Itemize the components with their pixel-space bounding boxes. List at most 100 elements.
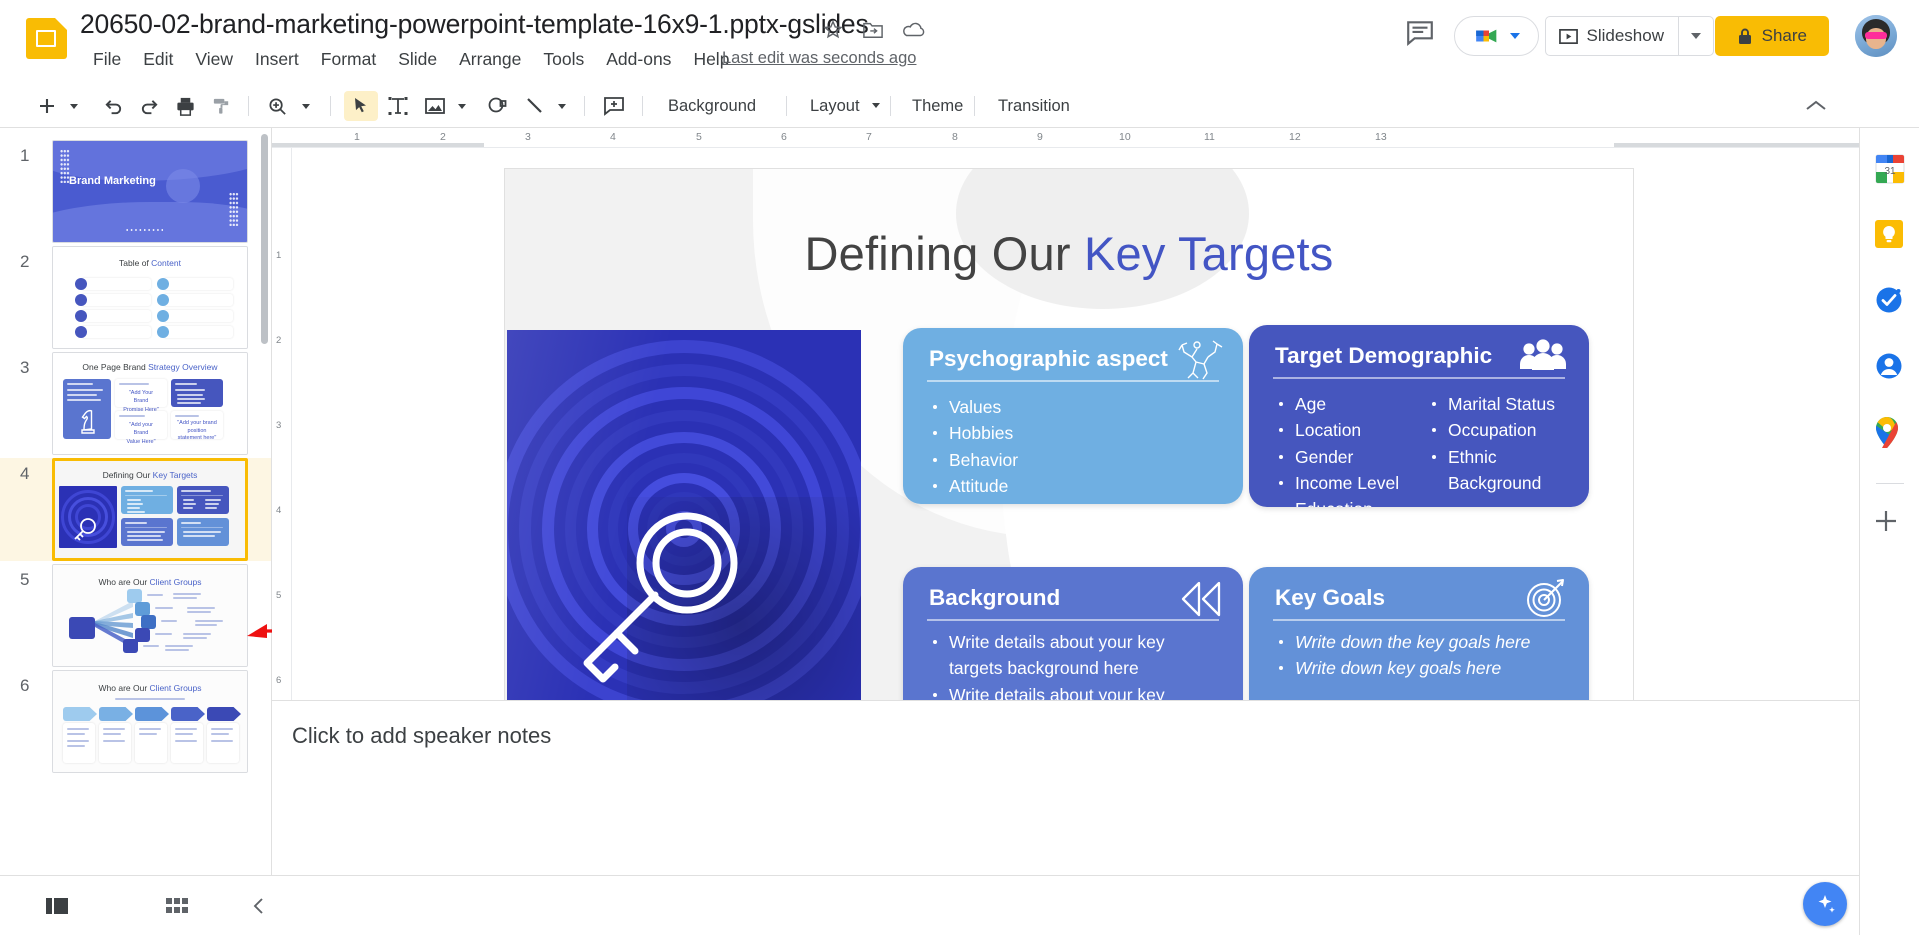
- menu-edit[interactable]: Edit: [132, 47, 184, 72]
- ruler-tick: 11: [1204, 131, 1215, 143]
- zoom-in-icon: [268, 97, 286, 115]
- slideshow-button[interactable]: Slideshow: [1544, 16, 1714, 56]
- slide-title[interactable]: Defining Our Key Targets: [505, 226, 1633, 281]
- chevron-left-icon: [253, 898, 263, 914]
- zoom-dropdown[interactable]: [296, 91, 316, 121]
- menu-bar: File Edit View Insert Format Slide Arran…: [82, 47, 740, 72]
- caret-down-icon: [70, 103, 78, 109]
- star-icon[interactable]: [822, 18, 844, 40]
- thumbnail-slide-6[interactable]: 6 Who are Our Client Groups: [0, 670, 271, 773]
- transition-button[interactable]: Transition: [986, 91, 1082, 121]
- share-button[interactable]: Share: [1714, 16, 1829, 56]
- move-to-folder-icon[interactable]: [862, 20, 884, 42]
- google-keep-icon[interactable]: [1873, 218, 1907, 252]
- google-calendar-icon[interactable]: 31: [1873, 152, 1907, 186]
- layout-button[interactable]: Layout: [798, 91, 880, 121]
- insert-comment-button[interactable]: [598, 91, 630, 121]
- comment-history-icon[interactable]: [1405, 18, 1437, 50]
- google-contacts-icon[interactable]: [1873, 350, 1907, 384]
- layout-caret-icon[interactable]: [872, 103, 880, 108]
- double-chevron-left-icon: [1181, 581, 1221, 617]
- thumbnail-slide-3[interactable]: 3 One Page Brand Strategy Overview "Add …: [0, 352, 271, 455]
- caret-down-icon: [458, 103, 466, 109]
- select-tool-button[interactable]: [344, 91, 378, 121]
- slide-canvas-area[interactable]: Defining Our Key Targets Psychographic a…: [292, 148, 1859, 818]
- filmstrip-scrollbar[interactable]: [261, 134, 268, 344]
- google-meet-icon: [1475, 29, 1496, 43]
- theme-button[interactable]: Theme: [900, 91, 975, 121]
- share-label: Share: [1761, 26, 1807, 45]
- collapse-toolbar-button[interactable]: [1801, 91, 1831, 121]
- speaker-notes-placeholder[interactable]: Click to add speaker notes: [292, 723, 1839, 749]
- explore-button[interactable]: [1803, 882, 1847, 926]
- menu-format[interactable]: Format: [310, 47, 387, 72]
- menu-view[interactable]: View: [184, 47, 244, 72]
- line-button[interactable]: [520, 91, 550, 121]
- line-icon: [527, 98, 542, 113]
- menu-slide[interactable]: Slide: [387, 47, 448, 72]
- new-slide-dropdown[interactable]: [64, 91, 84, 121]
- slideshow-label: Slideshow: [1586, 26, 1665, 45]
- undo-button[interactable]: [98, 91, 128, 121]
- slideshow-dropdown[interactable]: [1679, 17, 1713, 55]
- card-psychographic[interactable]: Psychographic aspect Values Hobbies Beha…: [903, 328, 1243, 504]
- text-box-button[interactable]: [382, 91, 414, 121]
- last-edit-status[interactable]: Last edit was seconds ago: [722, 49, 916, 68]
- caret-down-icon: [558, 103, 566, 109]
- menu-tools[interactable]: Tools: [532, 47, 595, 72]
- print-icon: [176, 97, 194, 116]
- background-button[interactable]: Background: [656, 91, 768, 121]
- thumbnail-slide-1[interactable]: 1 Brand Marketing: [0, 140, 271, 243]
- chevron-up-icon: [1806, 100, 1826, 110]
- key-icon: [583, 512, 738, 683]
- play-icon: [1558, 28, 1578, 44]
- speaker-notes-panel[interactable]: Click to add speaker notes: [272, 700, 1859, 875]
- grid-view-button[interactable]: [160, 889, 194, 923]
- card-target-demographic[interactable]: Target Demographic Age Location Gender I…: [1249, 325, 1589, 507]
- menu-file[interactable]: File: [82, 47, 132, 72]
- plus-icon: [40, 99, 54, 113]
- paint-format-button[interactable]: [206, 91, 236, 121]
- thumbnail-slide-5[interactable]: 5 Who are Our Client Groups: [0, 564, 271, 667]
- caret-down-icon: [302, 103, 310, 109]
- print-button[interactable]: [170, 91, 200, 121]
- google-maps-icon[interactable]: [1873, 416, 1907, 450]
- filmstrip-view-button[interactable]: [40, 889, 74, 923]
- horizontal-ruler: 1 2 3 4 5 6 7 8 9 10 11 12 13: [272, 128, 1859, 148]
- menu-arrange[interactable]: Arrange: [448, 47, 532, 72]
- bullet-item: Write down the key goals here: [1279, 629, 1571, 655]
- zoom-button[interactable]: [262, 91, 292, 121]
- bullet-item: Personality: [933, 499, 1225, 504]
- caret-down-icon[interactable]: [1509, 33, 1520, 39]
- document-title[interactable]: 20650-02-brand-marketing-powerpoint-temp…: [80, 9, 869, 40]
- shape-icon: [488, 97, 507, 113]
- new-slide-button[interactable]: [32, 91, 62, 121]
- insert-image-button[interactable]: [420, 91, 450, 121]
- slide-filmstrip[interactable]: 1 Brand Marketing 2 Table of Content 3 O…: [0, 128, 272, 875]
- google-tasks-icon[interactable]: [1873, 284, 1907, 318]
- google-meet-button[interactable]: [1454, 16, 1539, 56]
- menu-addons[interactable]: Add-ons: [595, 47, 682, 72]
- card-bullets: Write down the key goals here Write down…: [1279, 629, 1571, 682]
- menu-insert[interactable]: Insert: [244, 47, 310, 72]
- thumbnail-slide-4[interactable]: 4 Defining Our Key Targets: [0, 458, 271, 561]
- thumbnail-frame: Brand Marketing: [52, 140, 248, 243]
- redo-button[interactable]: [134, 91, 164, 121]
- ruler-tick: 1: [276, 250, 282, 261]
- line-dropdown[interactable]: [552, 91, 572, 121]
- add-addon-icon[interactable]: [1873, 508, 1907, 542]
- avatar[interactable]: [1855, 15, 1897, 57]
- thumb-title-accent: Key Targets: [152, 470, 198, 480]
- ruler-tick: 9: [1037, 131, 1043, 143]
- shape-button[interactable]: [482, 91, 514, 121]
- undo-icon: [104, 99, 121, 114]
- bullet-item: Ethnic Background: [1432, 444, 1571, 497]
- collapse-filmstrip-button[interactable]: [242, 889, 276, 923]
- bullet-item: Age: [1279, 391, 1418, 417]
- app-header: 20650-02-brand-marketing-powerpoint-temp…: [0, 0, 1919, 84]
- cloud-saved-icon[interactable]: [902, 21, 925, 43]
- insert-image-dropdown[interactable]: [452, 91, 472, 121]
- thumbnail-slide-2[interactable]: 2 Table of Content: [0, 246, 271, 349]
- maze-with-key-image[interactable]: [507, 330, 861, 728]
- card-title: Background: [929, 585, 1061, 610]
